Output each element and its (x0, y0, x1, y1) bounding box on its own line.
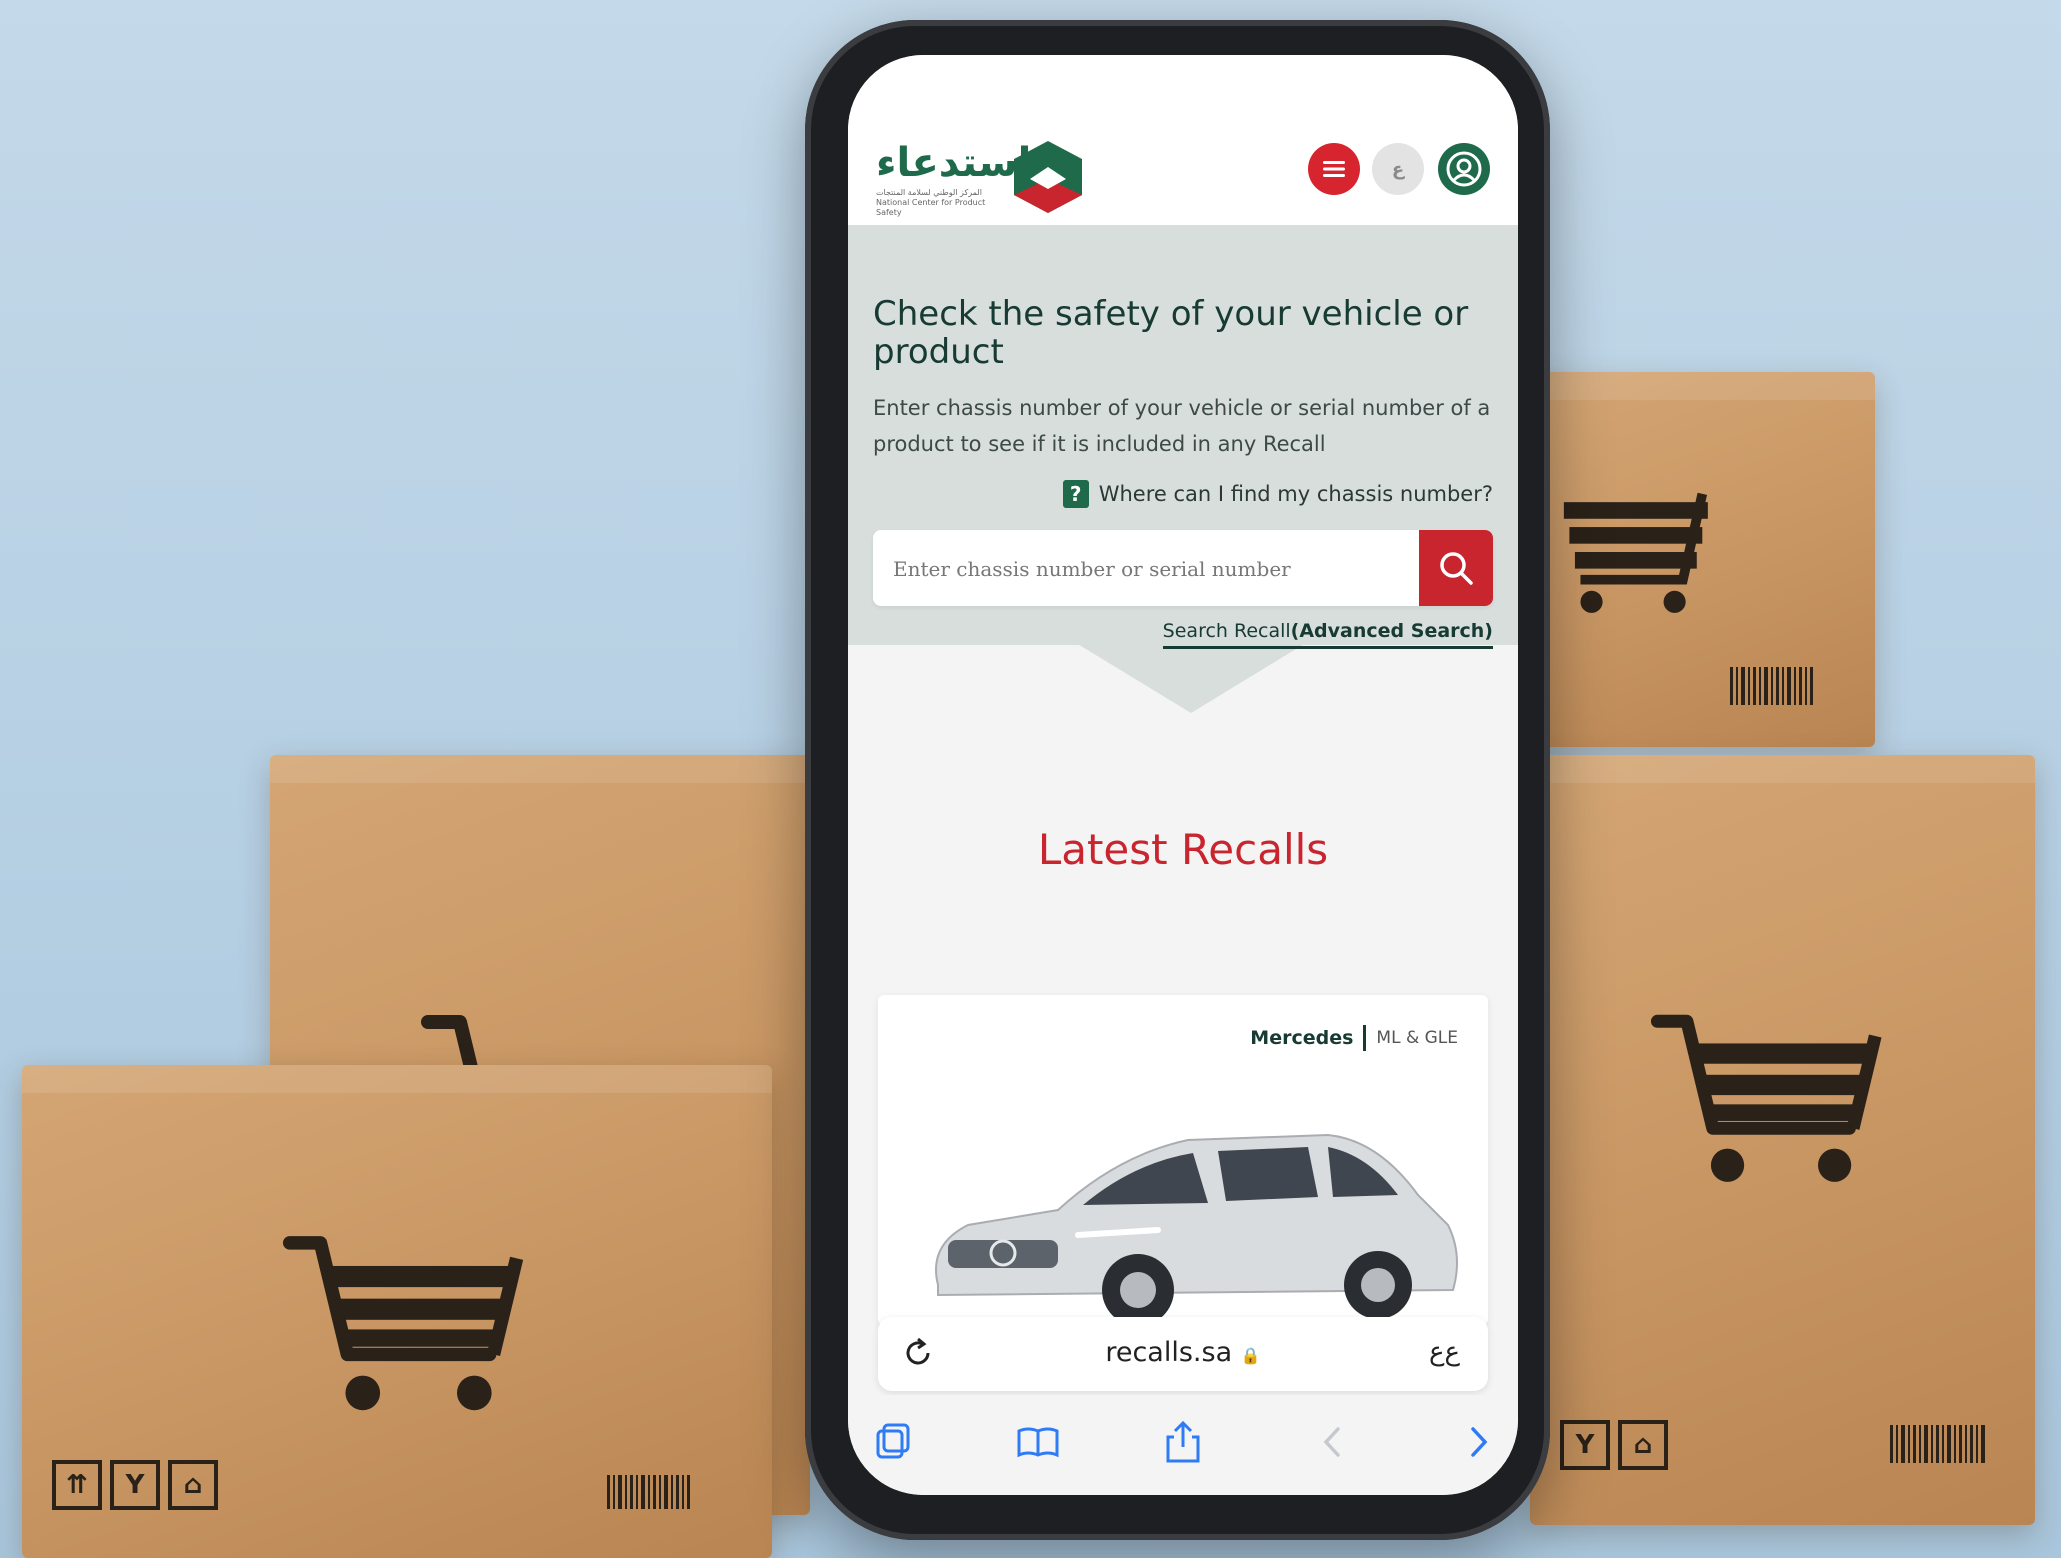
user-profile-icon (1446, 151, 1482, 187)
text-size-button[interactable]: ﻉﻉ (1429, 1337, 1460, 1367)
logo-hexagon-icon[interactable] (1008, 137, 1088, 217)
recall-card-make: Mercedes (1250, 1027, 1354, 1049)
arabic-letter-icon: ع (1391, 158, 1405, 180)
handling-symbols: ⇈ Y ⌂ (52, 1460, 218, 1510)
hero-title: Check the safety of your vehicle or prod… (873, 294, 1469, 372)
cardboard-box-top-right (1530, 372, 1875, 747)
shopping-cart-icon (1650, 1014, 1882, 1182)
handling-symbols: Y ⌂ (1560, 1420, 1668, 1470)
tabs-icon[interactable] (868, 1417, 918, 1467)
browser-toolbar (848, 1395, 1518, 1495)
hero-pointer (1076, 643, 1306, 713)
forward-icon[interactable] (1453, 1417, 1503, 1467)
browser-url-text: recalls.sa (1105, 1337, 1233, 1368)
search-button[interactable] (1419, 530, 1493, 606)
hero-description: Enter chassis number of your vehicle or … (873, 396, 1491, 456)
advanced-search-prefix: Search Recall (1162, 620, 1291, 642)
car-image (935, 1133, 1458, 1325)
cardboard-box-bottom-right: Y ⌂ (1530, 755, 2035, 1525)
shopping-cart-icon (282, 1236, 524, 1411)
user-button[interactable] (1438, 143, 1490, 195)
barcode (1730, 667, 1813, 705)
bookmarks-icon[interactable] (1013, 1417, 1063, 1467)
recall-card[interactable]: Mercedes ML & GLE (878, 995, 1488, 1325)
recall-card-model: ML & GLE (1376, 1028, 1458, 1048)
search-box (873, 530, 1493, 608)
site-header: استدعاء المركز الوطني لسلامة المنتجات Na… (848, 55, 1518, 225)
menu-button[interactable] (1308, 143, 1360, 195)
browser-address-bar[interactable]: recalls.sa 🔒 ﻉﻉ (878, 1317, 1488, 1391)
advanced-search-label: (Advanced Search) (1290, 620, 1493, 642)
hamburger-menu-icon (1323, 161, 1345, 177)
search-icon (1440, 552, 1473, 585)
latest-recalls-heading: Latest Recalls (1037, 825, 1329, 874)
search-input[interactable] (891, 530, 1395, 608)
share-icon[interactable] (1158, 1417, 1208, 1467)
barcode (1890, 1425, 1985, 1463)
shopping-cart-icon (1563, 492, 1708, 613)
back-icon[interactable] (1308, 1417, 1358, 1467)
question-icon: ? (1062, 480, 1089, 508)
browser-url: recalls.sa 🔒 (878, 1337, 1488, 1368)
cardboard-box-front-left: ⇈ Y ⌂ (22, 1065, 772, 1558)
chassis-help-text: Where can I find my chassis number? (1098, 482, 1493, 506)
recall-card-vehicle: Mercedes ML & GLE (1250, 1025, 1458, 1051)
lock-icon: 🔒 (1240, 1346, 1261, 1365)
advanced-search-link[interactable]: Search Recall(Advanced Search) (1162, 620, 1493, 649)
phone-screen: استدعاء المركز الوطني لسلامة المنتجات Na… (848, 55, 1518, 1495)
barcode (607, 1475, 690, 1509)
logo-subtitle: المركز الوطني لسلامة المنتجات National C… (876, 188, 986, 217)
chassis-help-link[interactable]: ? Where can I find my chassis number? (1062, 480, 1493, 508)
language-button[interactable]: ع (1372, 143, 1424, 195)
